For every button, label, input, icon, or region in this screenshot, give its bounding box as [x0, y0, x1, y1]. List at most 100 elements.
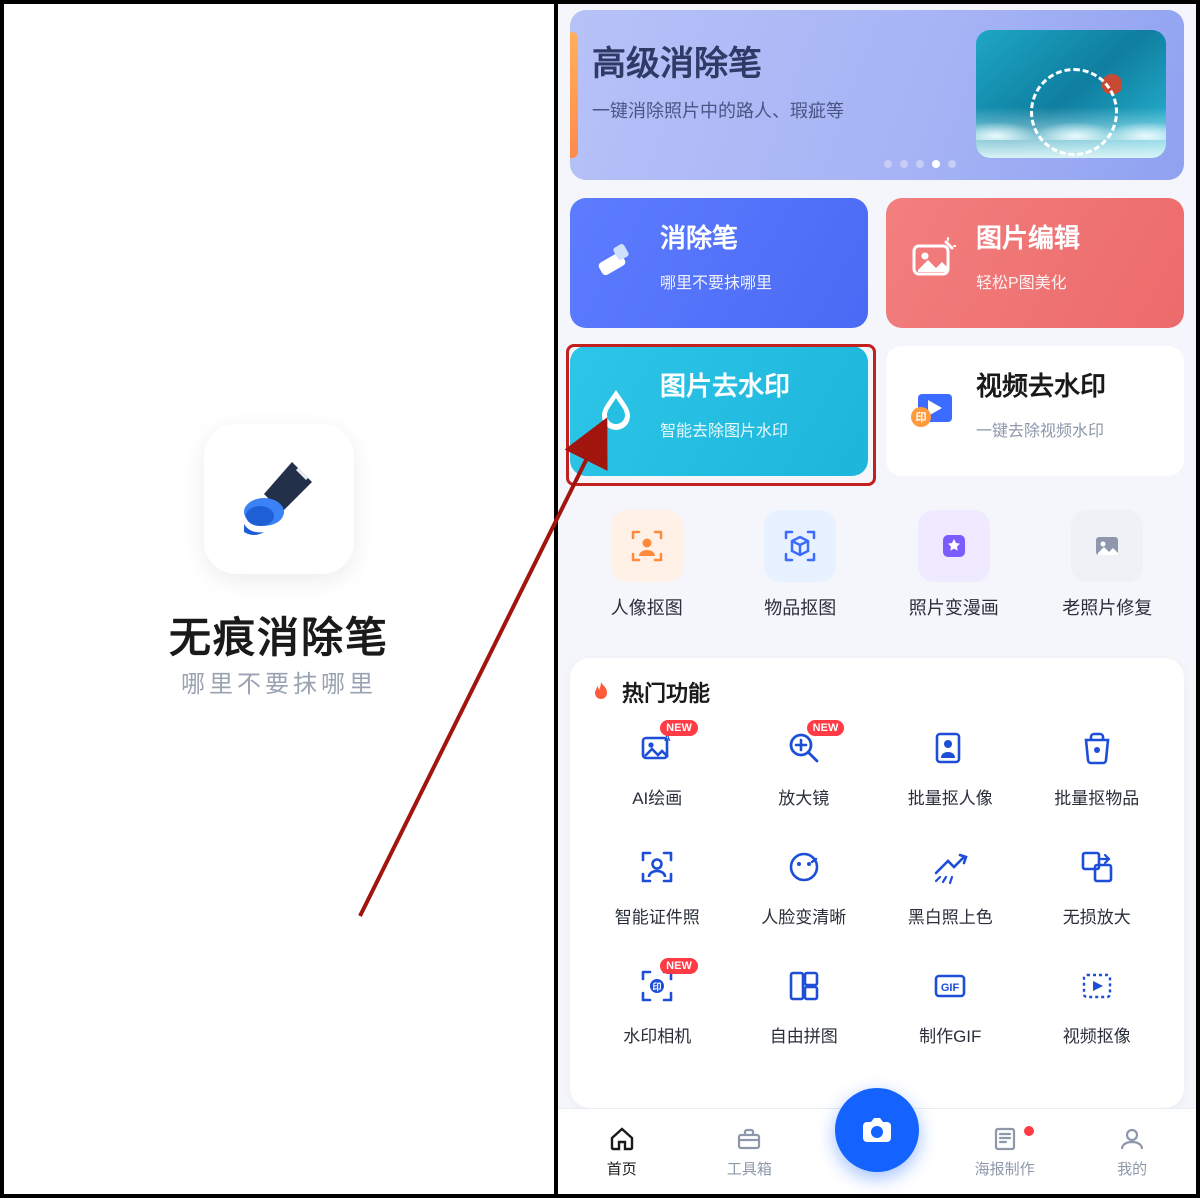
new-badge: NEW [660, 720, 698, 736]
hot-item-1[interactable]: NEW放大镜 [731, 726, 878, 809]
tool-old-photo-restore[interactable]: 老照片修复 [1031, 504, 1185, 639]
card-image-watermark[interactable]: 图片去水印 智能去除图片水印 [570, 346, 868, 476]
hot-icon [635, 845, 679, 889]
nav-profile[interactable]: 我的 [1068, 1124, 1196, 1179]
feature-cards: 消除笔 哪里不要抹哪里 图片编辑 轻松P图美化 图片去水印 智能去除图片水印 [570, 198, 1184, 476]
card-sub: 一键去除视频水印 [976, 417, 1184, 441]
fire-icon [590, 681, 612, 703]
anime-icon [918, 510, 990, 582]
toolbox-icon [734, 1124, 764, 1154]
hot-item-11[interactable]: 视频抠像 [1024, 964, 1171, 1047]
hot-item-0[interactable]: NEWAAI绘画 [584, 726, 731, 809]
card-title: 图片编辑 [976, 218, 1184, 255]
card-sub: 智能去除图片水印 [660, 417, 868, 441]
poster-icon [990, 1124, 1020, 1154]
nav-label: 工具箱 [727, 1158, 772, 1179]
video-watermark-icon: 印 [904, 380, 960, 436]
tool-label: 照片变漫画 [909, 594, 999, 620]
bottom-nav: 首页 工具箱 海报制 [558, 1108, 1196, 1194]
tool-label: 物品抠图 [764, 594, 836, 620]
tool-portrait-cutout[interactable]: 人像抠图 [570, 504, 724, 639]
brush-icon [234, 454, 324, 544]
hot-icon [928, 845, 972, 889]
hot-icon [1075, 726, 1119, 770]
object-cutout-icon [764, 510, 836, 582]
svg-text:印: 印 [653, 981, 662, 992]
hot-label: 黑白照上色 [908, 903, 993, 928]
hot-item-4[interactable]: 智能证件照 [584, 845, 731, 928]
hot-label: 无损放大 [1063, 903, 1131, 928]
hot-item-5[interactable]: 人脸变清晰 [731, 845, 878, 928]
nav-camera-fab[interactable] [813, 1110, 941, 1194]
portrait-cutout-icon [611, 510, 683, 582]
promo-banner[interactable]: 高级消除笔 一键消除照片中的路人、瑕疵等 [570, 10, 1184, 180]
hot-title: 热门功能 [622, 676, 710, 708]
nav-home[interactable]: 首页 [558, 1124, 686, 1179]
hot-label: 视频抠像 [1063, 1022, 1131, 1047]
nav-label: 首页 [607, 1158, 637, 1179]
card-sub: 轻松P图美化 [976, 269, 1184, 293]
hot-item-9[interactable]: 自由拼图 [731, 964, 878, 1047]
notification-dot [1024, 1126, 1034, 1136]
banner-left-accent [570, 32, 578, 158]
hot-item-7[interactable]: 无损放大 [1024, 845, 1171, 928]
card-title: 视频去水印 [976, 366, 1184, 403]
new-badge: NEW [807, 720, 845, 736]
hot-label: 制作GIF [919, 1022, 981, 1047]
splash-title: 无痕消除笔 [4, 604, 554, 665]
card-sub: 哪里不要抹哪里 [660, 269, 868, 293]
home-icon [607, 1124, 637, 1154]
hot-label: 放大镜 [778, 784, 829, 809]
hot-grid: NEWAAI绘画NEW放大镜批量抠人像批量抠物品智能证件照人脸变清晰黑白照上色无… [584, 726, 1170, 1047]
splash-screen: 无痕消除笔 哪里不要抹哪里 [4, 4, 554, 1194]
tool-object-cutout[interactable]: 物品抠图 [724, 504, 878, 639]
hot-icon [782, 845, 826, 889]
hot-icon [928, 726, 972, 770]
hot-functions-panel: 热门功能 NEWAAI绘画NEW放大镜批量抠人像批量抠物品智能证件照人脸变清晰黑… [570, 658, 1184, 1108]
hot-icon [782, 964, 826, 1008]
image-edit-icon [904, 232, 960, 288]
hot-label: 批量抠物品 [1054, 784, 1139, 809]
nav-label: 我的 [1117, 1158, 1147, 1179]
tool-label: 人像抠图 [611, 594, 683, 620]
nav-poster[interactable]: 海报制作 [941, 1124, 1069, 1179]
hot-label: 智能证件照 [615, 903, 700, 928]
carousel-dots[interactable] [884, 160, 956, 168]
hot-label: 自由拼图 [770, 1022, 838, 1047]
tool-photo-to-anime[interactable]: 照片变漫画 [877, 504, 1031, 639]
card-image-edit[interactable]: 图片编辑 轻松P图美化 [886, 198, 1184, 328]
nav-toolbox[interactable]: 工具箱 [686, 1124, 814, 1179]
quick-tools: 人像抠图 物品抠图 照片变漫画 [570, 504, 1184, 639]
droplet-icon [588, 380, 644, 436]
card-title: 图片去水印 [660, 366, 868, 403]
hot-icon [1075, 845, 1119, 889]
hot-label: 人脸变清晰 [761, 903, 846, 928]
camera-icon [857, 1110, 897, 1150]
card-title: 消除笔 [660, 218, 868, 255]
card-eraser[interactable]: 消除笔 哪里不要抹哪里 [570, 198, 868, 328]
selection-ring-icon [1030, 68, 1118, 156]
hot-label: AI绘画 [632, 784, 682, 809]
card-video-watermark[interactable]: 印 视频去水印 一键去除视频水印 [886, 346, 1184, 476]
hot-label: 水印相机 [623, 1022, 691, 1047]
hot-item-10[interactable]: GIF 制作GIF [877, 964, 1024, 1047]
hot-item-2[interactable]: 批量抠人像 [877, 726, 1024, 809]
app-logo [204, 424, 354, 574]
banner-image [976, 30, 1166, 158]
hot-icon: GIF [928, 964, 972, 1008]
nav-label: 海报制作 [975, 1158, 1035, 1179]
new-badge: NEW [660, 958, 698, 974]
camera-fab[interactable] [835, 1088, 919, 1172]
hot-item-3[interactable]: 批量抠物品 [1024, 726, 1171, 809]
hot-item-6[interactable]: 黑白照上色 [877, 845, 1024, 928]
hot-label: 批量抠人像 [908, 784, 993, 809]
hot-icon [1075, 964, 1119, 1008]
splash-subtitle: 哪里不要抹哪里 [4, 664, 554, 699]
home-panel: 高级消除笔 一键消除照片中的路人、瑕疵等 消除笔 哪 [556, 0, 1200, 1198]
profile-icon [1117, 1124, 1147, 1154]
hot-item-8[interactable]: NEW印水印相机 [584, 964, 731, 1047]
svg-text:GIF: GIF [941, 982, 960, 994]
hot-header: 热门功能 [584, 676, 1170, 708]
svg-text:印: 印 [916, 411, 927, 424]
tool-label: 老照片修复 [1062, 594, 1152, 620]
